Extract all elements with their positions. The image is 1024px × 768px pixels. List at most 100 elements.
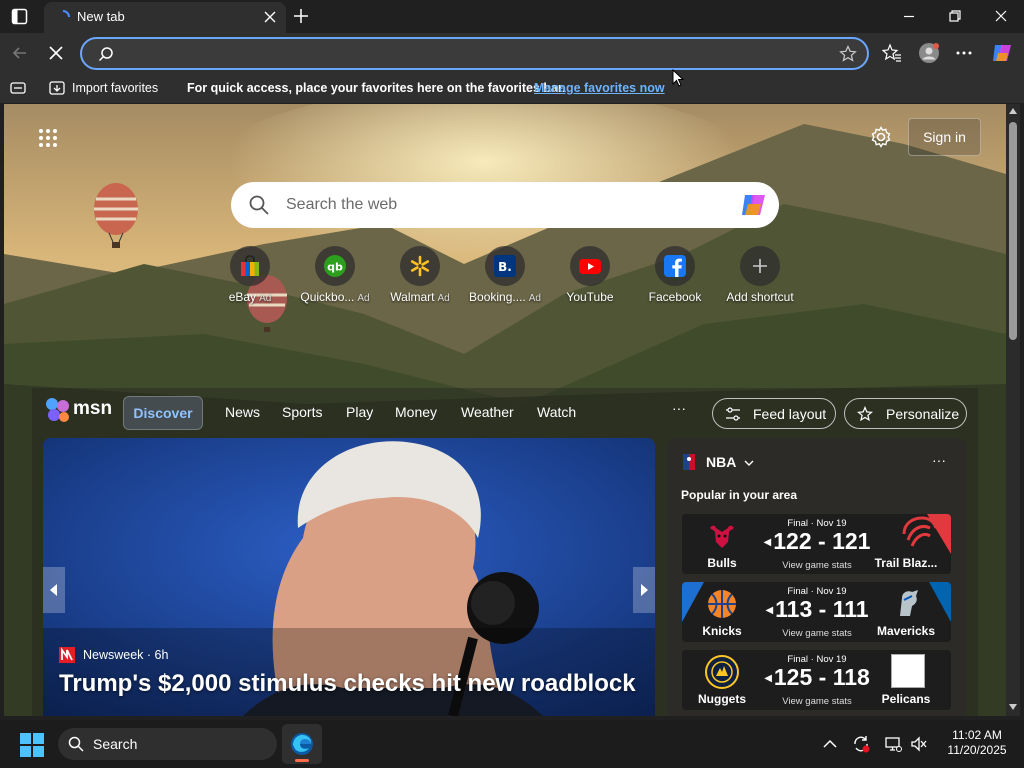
booking-icon: B. xyxy=(493,254,517,278)
nav-watch[interactable]: Watch xyxy=(537,404,576,420)
feed-layout-button[interactable]: Feed layout xyxy=(712,398,836,429)
sign-in-button[interactable]: Sign in xyxy=(908,118,981,156)
plus-icon xyxy=(748,254,772,278)
show-hidden-icons-chevron-up-icon[interactable] xyxy=(821,735,839,753)
new-tab-icon[interactable] xyxy=(292,7,310,25)
clock-date: 11/20/2025 xyxy=(947,743,1007,757)
shortcut-label: Quickbo... xyxy=(300,290,355,304)
scroll-down-icon[interactable] xyxy=(1009,704,1017,710)
svg-text:B.: B. xyxy=(498,260,512,274)
favorites-bar-toggle-icon[interactable] xyxy=(10,80,26,96)
story-headline[interactable]: Trump's $2,000 stimulus checks hit new r… xyxy=(59,670,636,698)
ad-badge: Ad xyxy=(528,293,541,304)
nav-sports[interactable]: Sports xyxy=(282,404,322,420)
nav-discover[interactable]: Discover xyxy=(123,396,203,430)
apps-launcher-icon[interactable] xyxy=(38,128,58,148)
ad-badge: Ad xyxy=(357,293,370,304)
nba-more-button[interactable]: ··· xyxy=(932,452,946,468)
story-source-label: Newsweek · 6h xyxy=(83,648,169,662)
sliders-icon xyxy=(725,406,741,422)
system-clock[interactable]: 11:02 AM 11/20/2025 xyxy=(942,728,1012,758)
nav-play[interactable]: Play xyxy=(346,404,373,420)
shortcut-youtube[interactable]: YouTube xyxy=(547,246,633,306)
edge-browser-icon xyxy=(291,733,313,755)
more-options-icon[interactable] xyxy=(954,43,974,63)
nav-money[interactable]: Money xyxy=(395,404,437,420)
add-shortcut-button[interactable]: Add shortcut xyxy=(717,246,803,306)
restore-icon[interactable] xyxy=(948,9,962,23)
view-game-stats-link[interactable]: View game stats xyxy=(762,696,872,707)
ad-badge: Ad xyxy=(259,293,272,304)
back-icon[interactable] xyxy=(10,43,30,63)
profile-icon[interactable] xyxy=(918,42,940,64)
game-score: ◀122 - 121 xyxy=(763,528,871,554)
manage-favorites-link[interactable]: Manage favorites now xyxy=(534,81,665,95)
nav-news[interactable]: News xyxy=(225,404,260,420)
tab-actions-icon[interactable] xyxy=(11,8,28,25)
nav-weather[interactable]: Weather xyxy=(461,404,514,420)
tab-new-tab[interactable]: New tab xyxy=(44,2,286,33)
taskbar-search-box[interactable]: Search xyxy=(58,728,277,760)
home-team: Nuggets xyxy=(698,692,746,706)
next-arrow-icon[interactable] xyxy=(633,567,655,613)
walmart-icon xyxy=(408,254,432,278)
chevron-down-icon[interactable] xyxy=(744,459,754,467)
shortcut-ebay[interactable]: eBay Ad xyxy=(207,246,293,306)
close-window-icon[interactable] xyxy=(994,9,1008,23)
address-bar[interactable] xyxy=(80,37,869,70)
windows-taskbar: Search 11:02 AM 11/20/2025 xyxy=(0,720,1024,768)
game-score: ◀125 - 118 xyxy=(764,664,870,690)
title-bar: New tab xyxy=(0,0,1024,33)
page-scrollbar[interactable] xyxy=(1006,104,1020,716)
scroll-up-icon[interactable] xyxy=(1009,108,1017,114)
network-icon[interactable] xyxy=(884,735,902,753)
shortcut-booking[interactable]: B. Booking.... Ad xyxy=(462,246,548,306)
windows-start-icon[interactable] xyxy=(20,733,44,757)
minimize-icon[interactable] xyxy=(902,9,916,23)
search-icon xyxy=(248,194,270,216)
copilot-icon[interactable] xyxy=(990,41,1014,65)
game-score: ◀113 - 111 xyxy=(765,596,869,622)
shortcut-quickbooks[interactable]: qb Quickbo... Ad xyxy=(292,246,378,306)
view-game-stats-link[interactable]: View game stats xyxy=(762,560,872,571)
search-icon xyxy=(68,736,84,752)
bulls-logo-icon xyxy=(704,518,740,554)
scrollbar-thumb[interactable] xyxy=(1009,122,1017,340)
sparkle-star-icon xyxy=(857,406,873,422)
web-search-box[interactable]: Search the web xyxy=(231,182,779,228)
personalize-label: Personalize xyxy=(886,406,960,422)
personalize-button[interactable]: Personalize xyxy=(844,398,967,429)
svg-text:qb: qb xyxy=(327,261,343,274)
settings-gear-icon[interactable] xyxy=(870,126,892,148)
add-favorite-icon[interactable] xyxy=(839,45,857,63)
game-score-row[interactable]: Nuggets Final · Nov 19 ◀125 - 118 View g… xyxy=(682,650,951,710)
taskbar-edge-button[interactable] xyxy=(282,724,322,764)
game-score-row[interactable]: Bulls Final · Nov 19 ◀122 - 121 View gam… xyxy=(682,514,951,574)
favorites-hint: For quick access, place your favorites h… xyxy=(187,81,566,95)
ebay-icon xyxy=(238,254,262,278)
mouse-cursor-icon xyxy=(672,69,684,87)
close-tab-icon[interactable] xyxy=(264,11,276,23)
shortcut-facebook[interactable]: Facebook xyxy=(632,246,718,306)
game-score-row[interactable]: Knicks Final · Nov 19 ◀113 - 111 View ga… xyxy=(682,582,951,642)
import-favorites-button[interactable]: Import favorites xyxy=(72,81,158,95)
search-icon xyxy=(98,46,114,62)
youtube-icon xyxy=(578,254,602,278)
shortcut-walmart[interactable]: Walmart Ad xyxy=(377,246,463,306)
view-game-stats-link[interactable]: View game stats xyxy=(762,628,872,639)
shortcut-label: eBay xyxy=(228,290,257,304)
shortcut-label: Facebook xyxy=(648,290,702,304)
sync-icon[interactable] xyxy=(852,735,870,753)
previous-arrow-icon[interactable] xyxy=(43,567,65,613)
volume-muted-icon[interactable] xyxy=(910,735,928,753)
favorites-icon[interactable] xyxy=(882,43,902,63)
msn-logo-text[interactable]: msn xyxy=(73,398,112,420)
nav-more-button[interactable]: ··· xyxy=(672,400,686,416)
copilot-icon[interactable] xyxy=(739,191,769,219)
msn-feed: msn Discover News Sports Play Money Weat… xyxy=(32,388,978,716)
top-story-card[interactable]: Newsweek · 6h Trump's $2,000 stimulus ch… xyxy=(43,438,655,716)
winner-indicator-icon: ◀ xyxy=(765,605,774,617)
stop-loading-icon[interactable] xyxy=(46,43,66,63)
nba-logo-icon xyxy=(683,454,695,470)
nba-title[interactable]: NBA xyxy=(706,454,736,470)
